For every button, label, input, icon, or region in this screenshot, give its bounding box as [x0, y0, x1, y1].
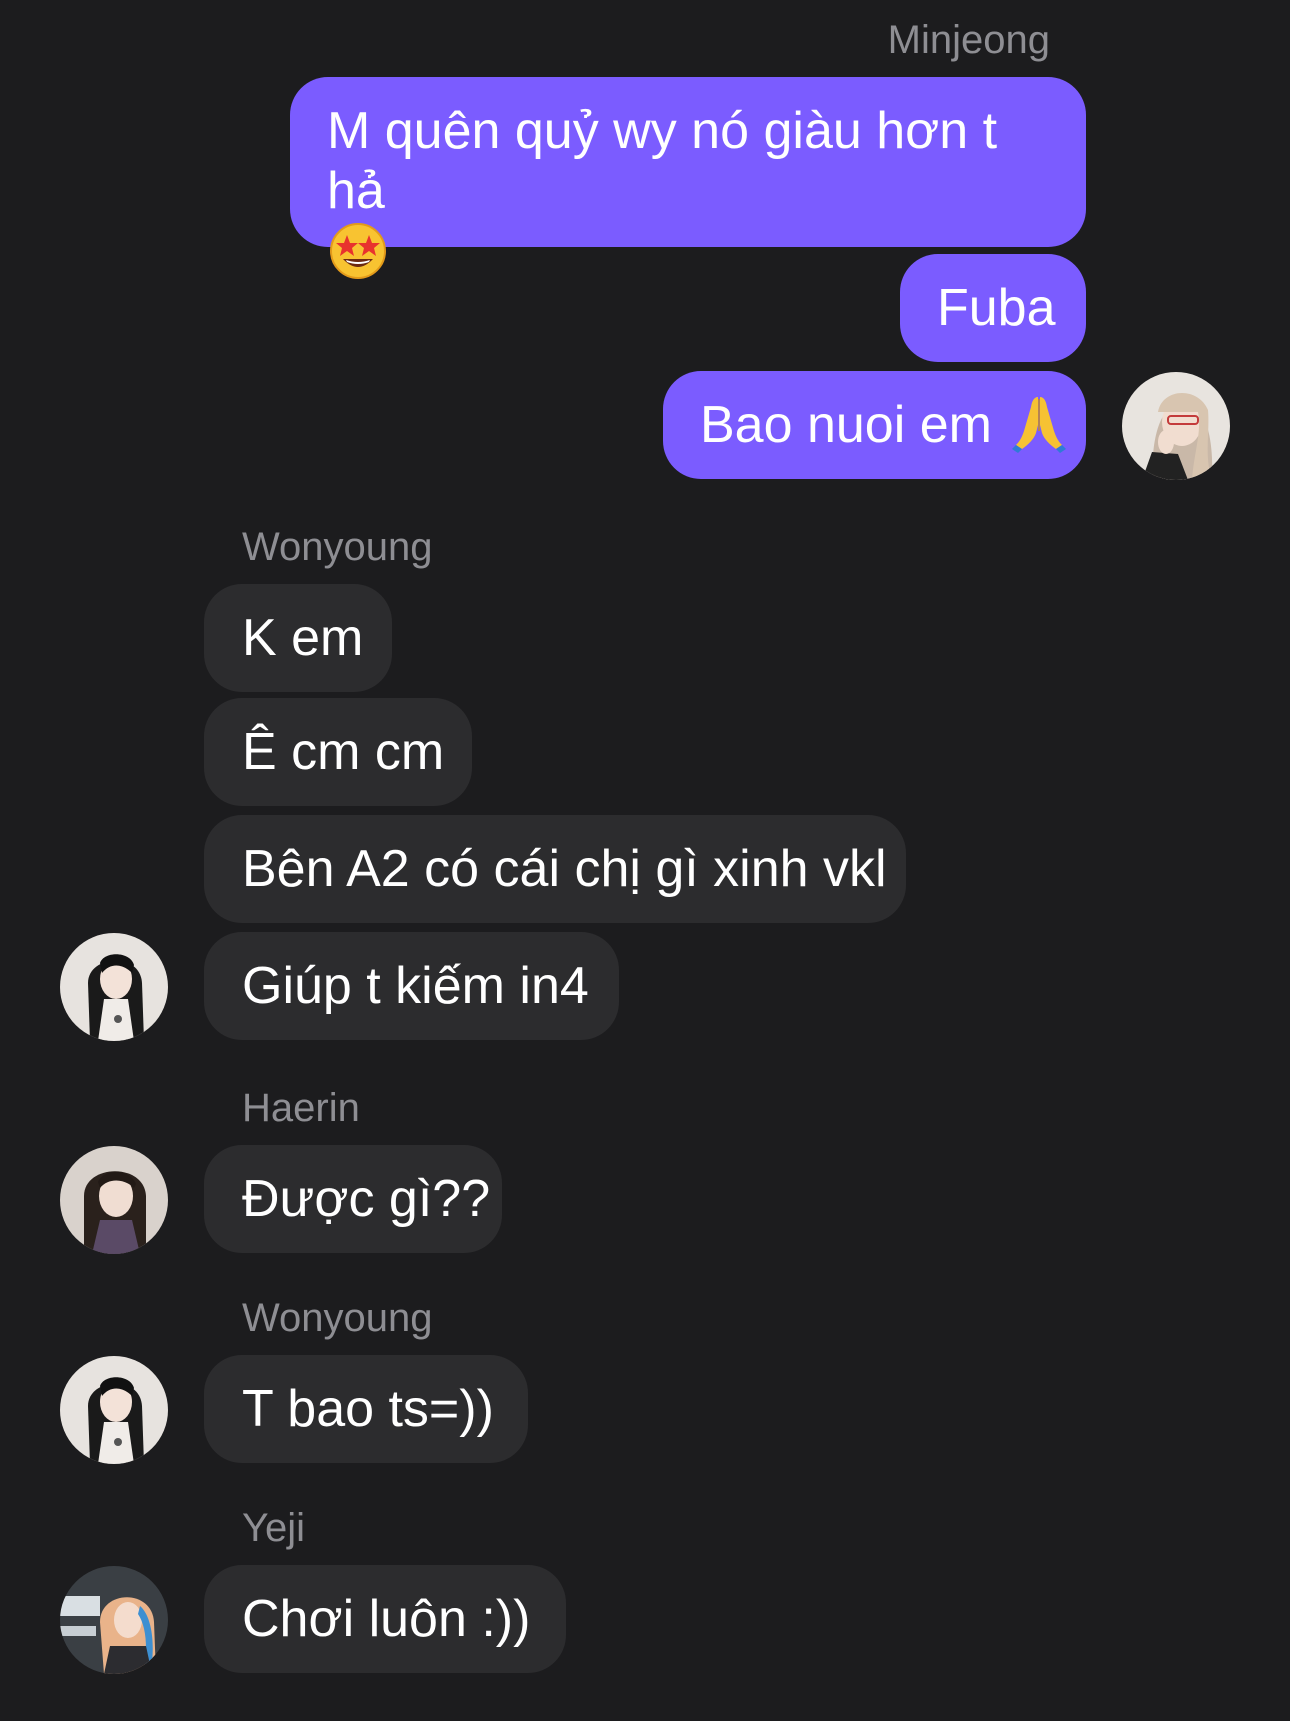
message-text: Chơi luôn :)) — [242, 1590, 531, 1648]
sender-name-wonyoung: Wonyoung — [242, 1296, 433, 1340]
incoming-message-bubble[interactable]: Giúp t kiếm in4 — [204, 932, 619, 1040]
outgoing-message-bubble[interactable]: M quên quỷ wy nó giàu hơn t hả — [290, 77, 1086, 279]
wonyoung-avatar[interactable] — [60, 1356, 168, 1464]
incoming-message-bubble[interactable]: K em — [204, 584, 392, 692]
message-text: Bao nuoi em — [700, 396, 992, 454]
message-text: Bên A2 có cái chị gì xinh vkl — [242, 840, 887, 898]
incoming-message-bubble[interactable]: T bao ts=)) — [204, 1355, 528, 1463]
outgoing-message-bubble[interactable]: Fuba — [900, 254, 1086, 362]
incoming-message-bubble[interactable]: Chơi luôn :)) — [204, 1565, 566, 1673]
wonyoung-avatar[interactable] — [60, 933, 168, 1041]
message-text: M quên quỷ wy nó giàu hơn t hả — [327, 102, 998, 220]
outgoing-message-bubble[interactable]: Bao nuoi em — [663, 371, 1086, 479]
sender-name-wonyoung: Wonyoung — [242, 525, 433, 569]
incoming-message-bubble[interactable]: Bên A2 có cái chị gì xinh vkl — [204, 815, 906, 923]
incoming-message-bubble[interactable]: Được gì?? — [204, 1145, 502, 1253]
haerin-avatar[interactable] — [60, 1146, 168, 1254]
message-text: K em — [242, 609, 364, 667]
folded-hands-emoji — [1008, 391, 1070, 454]
incoming-message-bubble[interactable]: Ê cm cm — [204, 698, 472, 806]
message-text: Được gì?? — [242, 1170, 491, 1228]
sender-name-minjeong: Minjeong — [887, 18, 1050, 62]
sender-name-haerin: Haerin — [242, 1086, 360, 1130]
message-text: T bao ts=)) — [242, 1380, 494, 1438]
message-text: Giúp t kiếm in4 — [242, 957, 589, 1015]
message-text: Fuba — [937, 279, 1056, 337]
message-text: Ê cm cm — [242, 723, 445, 781]
yeji-avatar[interactable] — [60, 1566, 168, 1674]
sender-name-yeji: Yeji — [242, 1506, 306, 1550]
minjeong-avatar[interactable] — [1122, 372, 1230, 480]
star-struck-emoji — [327, 219, 389, 281]
